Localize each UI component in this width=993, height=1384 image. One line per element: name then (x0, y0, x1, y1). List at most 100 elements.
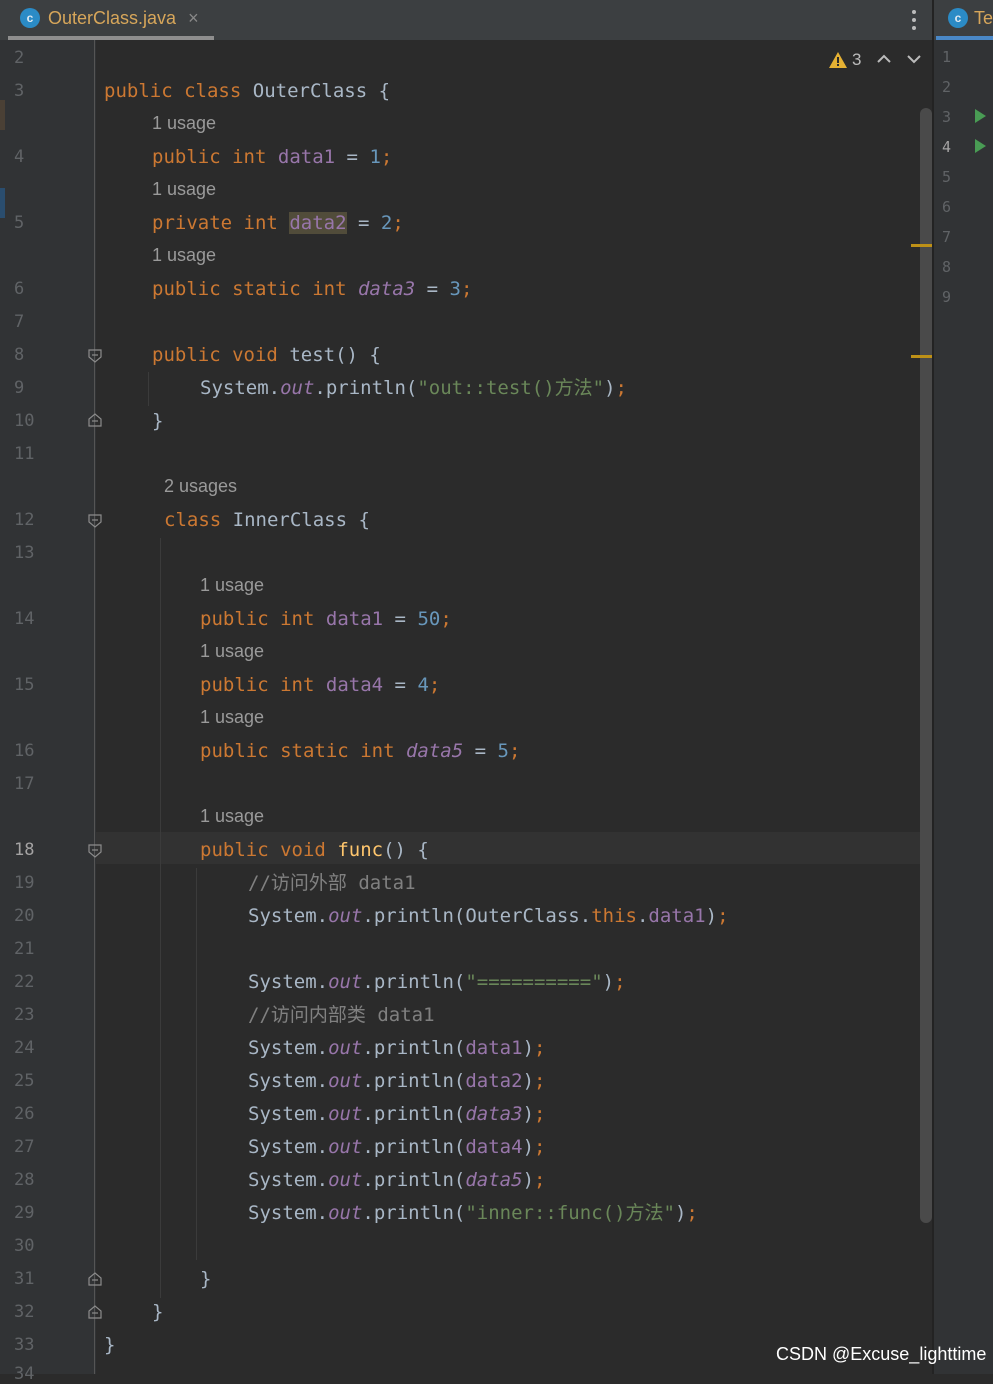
line-number[interactable]: 5 (942, 168, 951, 186)
tab-right-file[interactable]: c Te (936, 0, 993, 40)
code-line-27[interactable]: System.out.println(data4); (248, 1136, 545, 1158)
line-number[interactable]: 5 (14, 213, 24, 233)
code-line-10[interactable]: } (152, 410, 163, 432)
line-number[interactable]: 28 (14, 1170, 34, 1190)
line-number[interactable]: 25 (14, 1071, 34, 1091)
usage-hint[interactable]: 1 usage (152, 113, 216, 134)
line-number[interactable]: 29 (14, 1203, 34, 1223)
chevron-up-icon[interactable] (875, 50, 893, 68)
fold-close-icon[interactable] (88, 1272, 102, 1286)
code-line-26[interactable]: System.out.println(data3); (248, 1103, 545, 1125)
tab-outerclass-java[interactable]: c OuterClass.java × (8, 0, 214, 40)
code-line-28[interactable]: System.out.println(data5); (248, 1169, 545, 1191)
warning-stripe[interactable] (911, 244, 932, 247)
line-number[interactable]: 8 (14, 345, 24, 365)
line-number[interactable]: 27 (14, 1137, 34, 1157)
line-number[interactable]: 15 (14, 675, 34, 695)
line-number[interactable]: 21 (14, 939, 34, 959)
line-number[interactable]: 24 (14, 1038, 34, 1058)
fold-open-icon[interactable] (88, 349, 102, 363)
code-line-8[interactable]: public void test() { (152, 344, 381, 366)
java-class-icon: c (20, 8, 40, 28)
line-number[interactable]: 2 (14, 48, 24, 68)
watermark: CSDN @Excuse_lighttime (776, 1344, 987, 1364)
code-line-16[interactable]: public static int data5 = 5; (200, 740, 520, 762)
line-number[interactable]: 23 (14, 1005, 34, 1025)
code-line-18[interactable]: public void func() { (200, 839, 429, 861)
code-line-3[interactable]: public class OuterClass { (104, 80, 390, 102)
code-line-25[interactable]: System.out.println(data2); (248, 1070, 545, 1092)
code-line-14[interactable]: public int data1 = 50; (200, 608, 452, 630)
line-number[interactable]: 10 (14, 411, 34, 431)
line-number[interactable]: 4 (942, 138, 951, 156)
line-number[interactable]: 31 (14, 1269, 34, 1289)
line-number[interactable]: 14 (14, 609, 34, 629)
line-number[interactable]: 1 (942, 48, 951, 66)
usage-hint[interactable]: 1 usage (200, 575, 264, 596)
run-icon[interactable] (975, 109, 986, 123)
inspection-widget[interactable]: 3 (828, 48, 861, 72)
line-number[interactable]: 20 (14, 906, 34, 926)
line-number[interactable]: 33 (14, 1335, 34, 1355)
fold-open-icon[interactable] (88, 514, 102, 528)
code-line-20[interactable]: System.out.println(OuterClass.this.data1… (248, 905, 729, 927)
line-number[interactable]: 3 (942, 108, 951, 126)
line-number[interactable]: 2 (942, 78, 951, 96)
usage-hint[interactable]: 1 usage (152, 245, 216, 266)
code-line-24[interactable]: System.out.println(data1); (248, 1037, 545, 1059)
usage-hint[interactable]: 1 usage (152, 179, 216, 200)
line-number[interactable]: 4 (14, 147, 24, 167)
code-line-4[interactable]: public int data1 = 1; (152, 146, 392, 168)
code-line-9[interactable]: System.out.println("out::test()方法"); (200, 377, 627, 399)
indent-guide (160, 538, 161, 1298)
line-number[interactable]: 16 (14, 741, 34, 761)
line-number[interactable]: 6 (942, 198, 951, 216)
code-line-6[interactable]: public static int data3 = 3; (152, 278, 472, 300)
code-line-29[interactable]: System.out.println("inner::func()方法"); (248, 1202, 698, 1224)
line-number[interactable]: 34 (14, 1364, 34, 1384)
code-line-5[interactable]: private int data2 = 2; (152, 212, 404, 234)
usage-hint[interactable]: 1 usage (200, 641, 264, 662)
line-number[interactable]: 12 (14, 510, 34, 530)
line-number[interactable]: 3 (14, 81, 24, 101)
line-number[interactable]: 22 (14, 972, 34, 992)
vertical-scrollbar[interactable] (920, 108, 932, 1223)
line-number[interactable]: 17 (14, 774, 34, 794)
fold-close-icon[interactable] (88, 413, 102, 427)
fold-open-icon[interactable] (88, 844, 102, 858)
usage-hint[interactable]: 1 usage (200, 707, 264, 728)
line-number[interactable]: 7 (14, 312, 24, 332)
line-number[interactable]: 13 (14, 543, 34, 563)
chevron-down-icon[interactable] (905, 50, 923, 68)
change-marker (0, 100, 5, 130)
code-line-22[interactable]: System.out.println("=========="); (248, 971, 626, 993)
code-line-23[interactable]: //访问内部类 data1 (248, 1004, 435, 1026)
code-line-19[interactable]: //访问外部 data1 (248, 872, 416, 894)
line-number[interactable]: 19 (14, 873, 34, 893)
line-number[interactable]: 30 (14, 1236, 34, 1256)
usage-hint[interactable]: 2 usages (164, 476, 237, 497)
code-line-12[interactable]: class InnerClass { (164, 509, 370, 531)
run-icon[interactable] (975, 139, 986, 153)
more-options-icon[interactable] (904, 8, 924, 32)
code-line-15[interactable]: public int data4 = 4; (200, 674, 440, 696)
line-number[interactable]: 32 (14, 1302, 34, 1322)
fold-close-icon[interactable] (88, 1305, 102, 1319)
code-line-32[interactable]: } (152, 1301, 163, 1323)
line-number[interactable]: 9 (14, 378, 24, 398)
line-number[interactable]: 6 (14, 279, 24, 299)
line-number[interactable]: 18 (14, 840, 34, 860)
tab-title: Te (974, 7, 993, 28)
indent-guide (196, 868, 197, 1260)
code-line-33[interactable]: } (104, 1334, 115, 1356)
close-icon[interactable]: × (188, 8, 199, 29)
line-number[interactable]: 8 (942, 258, 951, 276)
line-number[interactable]: 26 (14, 1104, 34, 1124)
tab-title: OuterClass.java (48, 7, 177, 28)
warning-stripe[interactable] (911, 355, 932, 358)
line-number[interactable]: 11 (14, 444, 34, 464)
usage-hint[interactable]: 1 usage (200, 806, 264, 827)
line-number[interactable]: 7 (942, 228, 951, 246)
code-line-31[interactable]: } (200, 1268, 211, 1290)
line-number[interactable]: 9 (942, 288, 951, 306)
